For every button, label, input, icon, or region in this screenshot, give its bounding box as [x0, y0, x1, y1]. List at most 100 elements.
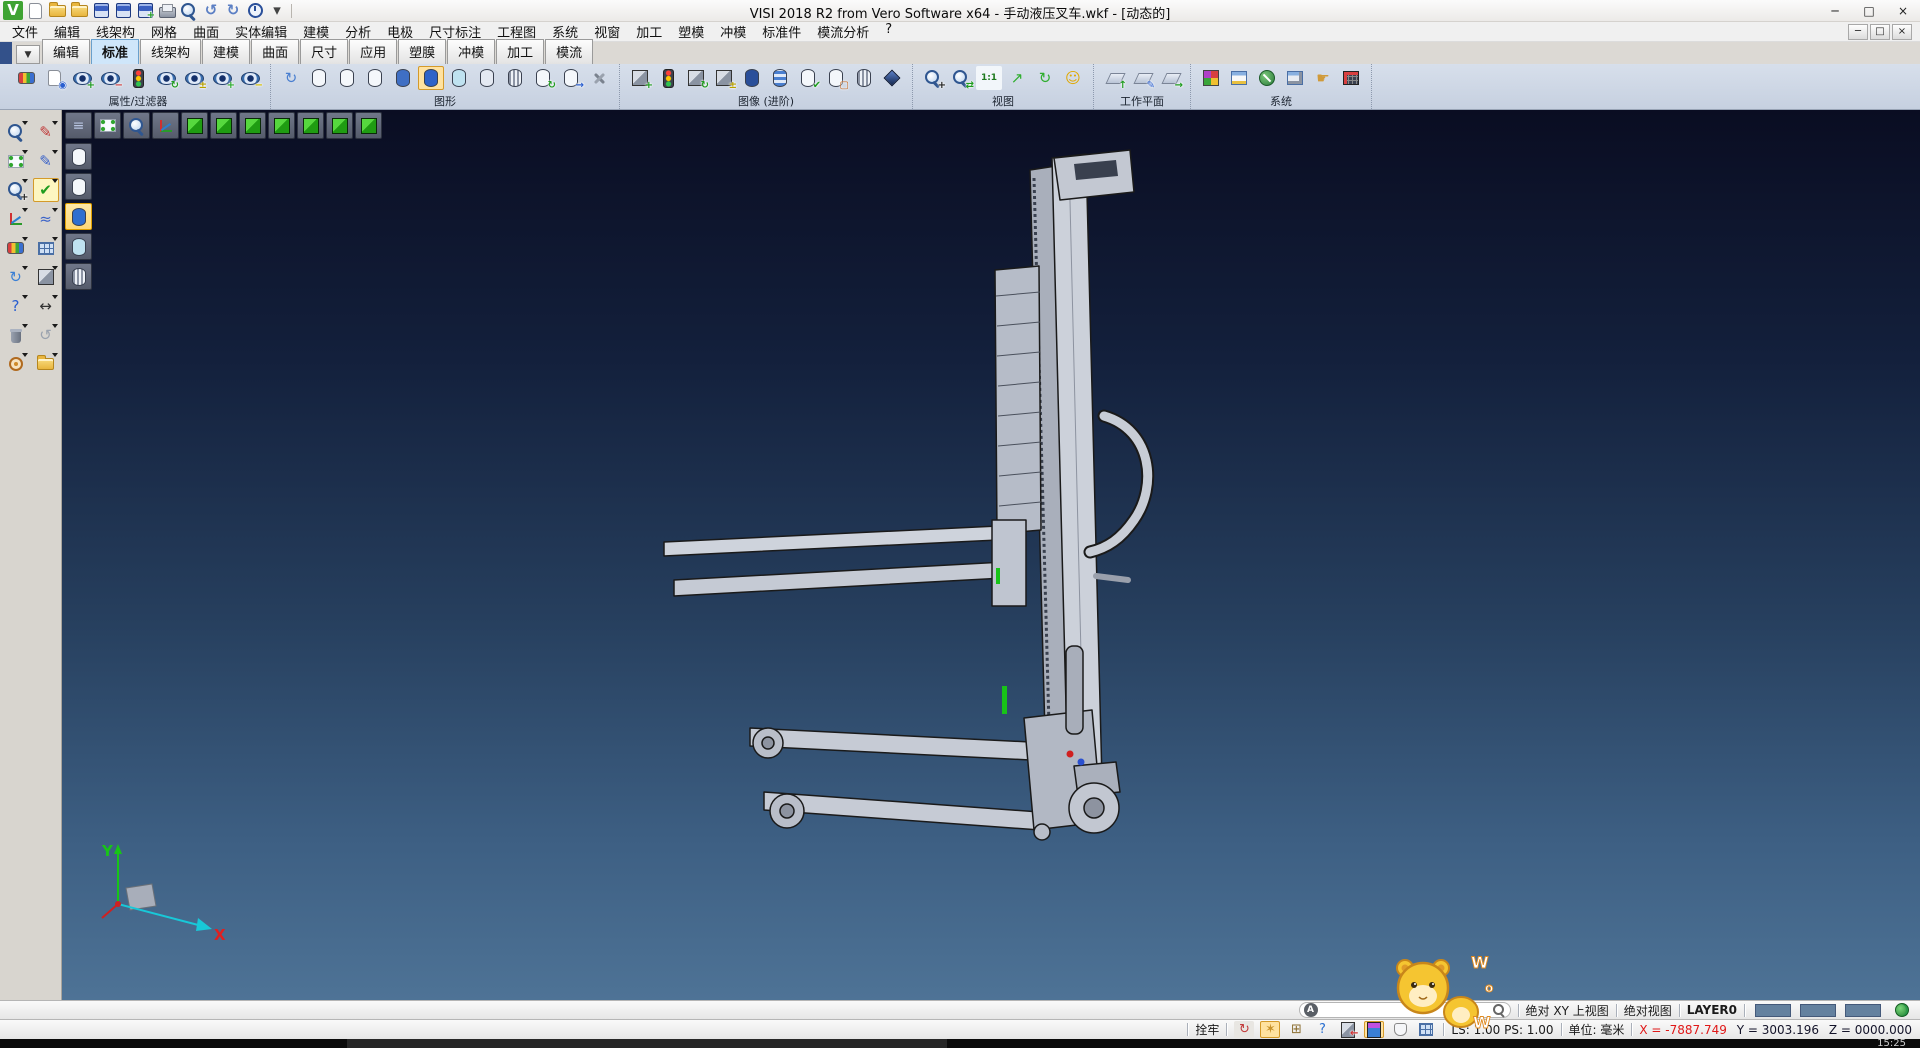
renderbar-render-shaded-edges[interactable]: [65, 233, 92, 260]
ribbon-layer-show[interactable]: +: [209, 66, 235, 90]
ribbon-wireframe-mode[interactable]: [306, 66, 332, 90]
viewbar-axes-view[interactable]: [152, 112, 179, 139]
qat-more-commands[interactable]: ▾: [267, 1, 287, 20]
tab-standard[interactable]: 标准: [91, 39, 139, 64]
ribbon-solid-view[interactable]: [879, 66, 905, 90]
qat-redo[interactable]: ↻: [223, 1, 243, 20]
ribbon-visibility-refresh[interactable]: ↻: [153, 66, 179, 90]
sidebar-refresh[interactable]: ↻: [3, 265, 29, 289]
viewbar-view-menu[interactable]: ≡: [65, 112, 92, 139]
absolute-view-label[interactable]: 绝对视图: [1624, 1002, 1672, 1019]
ribbon-workplane-edit[interactable]: ✎: [1129, 66, 1155, 90]
ribbon-zoom-extents[interactable]: ⇄: [948, 66, 974, 90]
viewbar-view-bottom[interactable]: [210, 112, 237, 139]
sidebar-delete[interactable]: [3, 323, 29, 347]
ribbon-adv-refresh[interactable]: ↻: [683, 66, 709, 90]
ribbon-workplane-set[interactable]: ↑: [1101, 66, 1127, 90]
sidebar-attributes-palette[interactable]: [3, 236, 29, 260]
ribbon-options-window[interactable]: [1282, 66, 1308, 90]
forklift-model[interactable]: [622, 130, 1182, 890]
menu-help[interactable]: ?: [877, 21, 900, 42]
ribbon-adv-filter[interactable]: [655, 66, 681, 90]
tab-surface[interactable]: 曲面: [251, 39, 299, 64]
globe-icon[interactable]: [1892, 1002, 1912, 1018]
ribbon-visibility-remove[interactable]: −: [97, 66, 123, 90]
ribbon-workplane-align[interactable]: →: [1157, 66, 1183, 90]
ribbon-snap-settings[interactable]: ☛: [1310, 66, 1336, 90]
ribbon-system-settings[interactable]: [1254, 66, 1280, 90]
ribbon-shaded-mode[interactable]: [390, 66, 416, 90]
ribbon-preferences[interactable]: [1226, 66, 1252, 90]
qat-open-workfile[interactable]: [69, 1, 89, 20]
viewbar-zoom-view[interactable]: [123, 112, 150, 139]
sidebar-spline[interactable]: ≈: [33, 207, 59, 231]
sidebar-measure-distance[interactable]: ↔: [33, 294, 59, 318]
renderbar-render-shaded[interactable]: [65, 203, 92, 230]
qat-save-as[interactable]: [113, 1, 133, 20]
ribbon-adv-show-add[interactable]: +: [627, 66, 653, 90]
ribbon-update-solid[interactable]: →: [558, 66, 584, 90]
ribbon-visibility-toggle[interactable]: ±: [181, 66, 207, 90]
sidebar-select-window[interactable]: [3, 149, 29, 173]
ribbon-translucent-mode[interactable]: [446, 66, 472, 90]
ribbon-hatched-mode[interactable]: [502, 66, 528, 90]
qat-save-all[interactable]: +: [135, 1, 155, 20]
ribbon-layer-hide[interactable]: −: [237, 66, 263, 90]
window-maximize[interactable]: □: [1852, 0, 1886, 21]
snap-pick-box[interactable]: ⊞: [1286, 1021, 1306, 1038]
sidebar-solid-cube[interactable]: [33, 265, 59, 289]
tab-modeling[interactable]: 建模: [202, 39, 250, 64]
qat-undo[interactable]: ↺: [201, 1, 221, 20]
ribbon-grid-settings[interactable]: [1338, 66, 1364, 90]
taskbar-app-button[interactable]: [347, 1039, 947, 1048]
snap-context-help[interactable]: ?: [1312, 1021, 1332, 1038]
ribbon-attribute-paint[interactable]: [13, 66, 39, 90]
menu-die[interactable]: 冲模: [712, 21, 754, 42]
qat-print[interactable]: [157, 1, 177, 20]
ribbon-zoom-in[interactable]: +: [920, 66, 946, 90]
sidebar-window-grid[interactable]: [33, 236, 59, 260]
layer-indicator[interactable]: LAYER0: [1687, 1003, 1737, 1017]
tab-flow[interactable]: 模流: [545, 39, 593, 64]
swatch-swatch-2[interactable]: [1797, 1002, 1839, 1018]
sidebar-undo[interactable]: ↺: [33, 323, 59, 347]
sidebar-zoom-element[interactable]: +: [3, 178, 29, 202]
snap-snap-cube[interactable]: [1364, 1021, 1384, 1038]
menu-standard-parts[interactable]: 标准件: [754, 21, 809, 42]
mdi-mdi-close[interactable]: ×: [1892, 24, 1912, 40]
window-close[interactable]: ×: [1886, 0, 1920, 21]
qat-open-file[interactable]: [47, 1, 67, 20]
ribbon-rotate-view[interactable]: ↻: [1032, 66, 1058, 90]
snap-import-element[interactable]: ←: [1338, 1021, 1358, 1038]
sidebar-open-image[interactable]: [33, 352, 59, 376]
viewbar-view-left[interactable]: [239, 112, 266, 139]
viewbar-fit-view[interactable]: [94, 112, 121, 139]
tab-mold[interactable]: 塑膜: [398, 39, 446, 64]
assistant-badge[interactable]: A: [1304, 1003, 1318, 1017]
ribbon-dashed-hidden-mode[interactable]: [362, 66, 388, 90]
ribbon-mesh-display[interactable]: [851, 66, 877, 90]
mdi-mdi-minimize[interactable]: ─: [1848, 24, 1868, 40]
ribbon-dynamic-view[interactable]: ☺: [1060, 66, 1086, 90]
units-readout[interactable]: 单位: 毫米: [1569, 1021, 1625, 1038]
viewbar-view-right[interactable]: [268, 112, 295, 139]
ribbon-regen-solid[interactable]: ↻: [530, 66, 556, 90]
sidebar-validate[interactable]: ✔: [33, 178, 59, 202]
sidebar-view-search[interactable]: [3, 120, 29, 144]
tab-apply[interactable]: 应用: [349, 39, 397, 64]
tab-edit[interactable]: 编辑: [42, 39, 90, 64]
sidebar-navigation-wheel[interactable]: [3, 352, 29, 376]
tab-wireframe[interactable]: 线架构: [140, 39, 201, 64]
sidebar-help[interactable]: ?: [3, 294, 29, 318]
ribbon-color-table[interactable]: [1198, 66, 1224, 90]
viewbar-view-front[interactable]: [297, 112, 324, 139]
ribbon-zoom-scale-1-1[interactable]: 1:1: [976, 66, 1002, 90]
window-minimize[interactable]: ─: [1818, 0, 1852, 21]
qat-visi-logo[interactable]: V: [3, 1, 23, 20]
ribbon-sheet-solid[interactable]: ▢: [823, 66, 849, 90]
tab-dimension[interactable]: 尺寸: [300, 39, 348, 64]
sidebar-erase-element[interactable]: ✎: [33, 120, 59, 144]
renderbar-render-hidden-line[interactable]: [65, 173, 92, 200]
ribbon-flat-mode[interactable]: [474, 66, 500, 90]
ribbon-selection-filter[interactable]: [125, 66, 151, 90]
